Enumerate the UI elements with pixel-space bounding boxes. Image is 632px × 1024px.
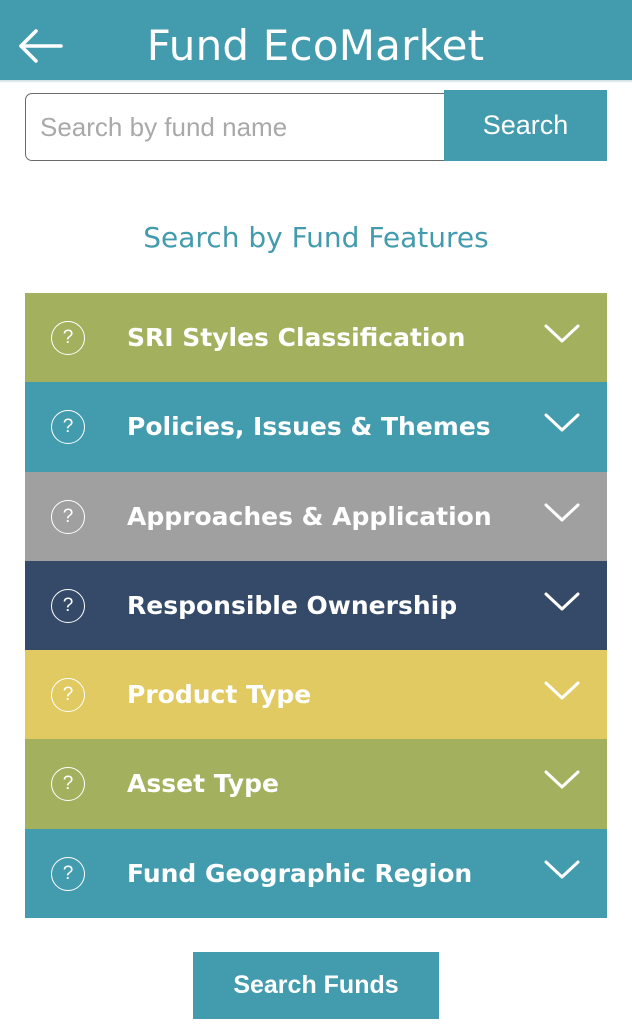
- feature-label: Asset Type: [127, 769, 279, 799]
- feature-row[interactable]: ? SRI Styles Classification: [25, 293, 607, 383]
- question-circle-icon[interactable]: ?: [51, 499, 85, 534]
- feature-label: Fund Geographic Region: [127, 858, 473, 888]
- feature-label: Approaches & Application: [127, 501, 492, 531]
- section-title: Search by Fund Features: [143, 221, 489, 254]
- chevron-down-icon[interactable]: [543, 591, 581, 613]
- header-shadow: [0, 80, 632, 83]
- search-funds-button[interactable]: Search Funds: [193, 952, 439, 1019]
- feature-row[interactable]: ? Policies, Issues & Themes: [25, 382, 607, 472]
- chevron-down-icon[interactable]: [543, 502, 581, 524]
- feature-label: Policies, Issues & Themes: [127, 412, 491, 442]
- chevron-down-icon[interactable]: [543, 680, 581, 702]
- question-circle-icon[interactable]: ?: [51, 410, 85, 445]
- chevron-down-icon[interactable]: [543, 412, 581, 434]
- chevron-down-icon[interactable]: [543, 323, 581, 345]
- chevron-down-icon[interactable]: [543, 859, 581, 881]
- feature-row[interactable]: ? Responsible Ownership: [25, 560, 607, 651]
- feature-label: Responsible Ownership: [127, 590, 458, 620]
- feature-row[interactable]: ? Fund Geographic Region: [25, 828, 607, 919]
- chevron-down-icon[interactable]: [543, 769, 581, 791]
- feature-row[interactable]: ? Approaches & Application: [25, 471, 607, 561]
- question-circle-icon[interactable]: ?: [51, 678, 85, 713]
- question-circle-icon[interactable]: ?: [51, 588, 85, 623]
- question-circle-icon[interactable]: ?: [51, 767, 85, 802]
- feature-label: SRI Styles Classification: [127, 323, 466, 352]
- app-header: Fund EcoMarket: [0, 0, 632, 80]
- search-button[interactable]: Search: [444, 90, 607, 161]
- question-circle-icon[interactable]: ?: [51, 856, 85, 891]
- search-input[interactable]: [25, 93, 449, 161]
- question-circle-icon[interactable]: ?: [51, 321, 85, 355]
- feature-row[interactable]: ? Product Type: [25, 650, 607, 740]
- feature-row[interactable]: ? Asset Type: [25, 739, 607, 829]
- feature-label: Product Type: [127, 680, 312, 710]
- page-title-text: Fund EcoMarket: [146, 21, 485, 70]
- page-title: Fund EcoMarket: [0, 14, 632, 78]
- feature-filter-list: ? SRI Styles Classification? Policies, Iss…: [25, 293, 607, 919]
